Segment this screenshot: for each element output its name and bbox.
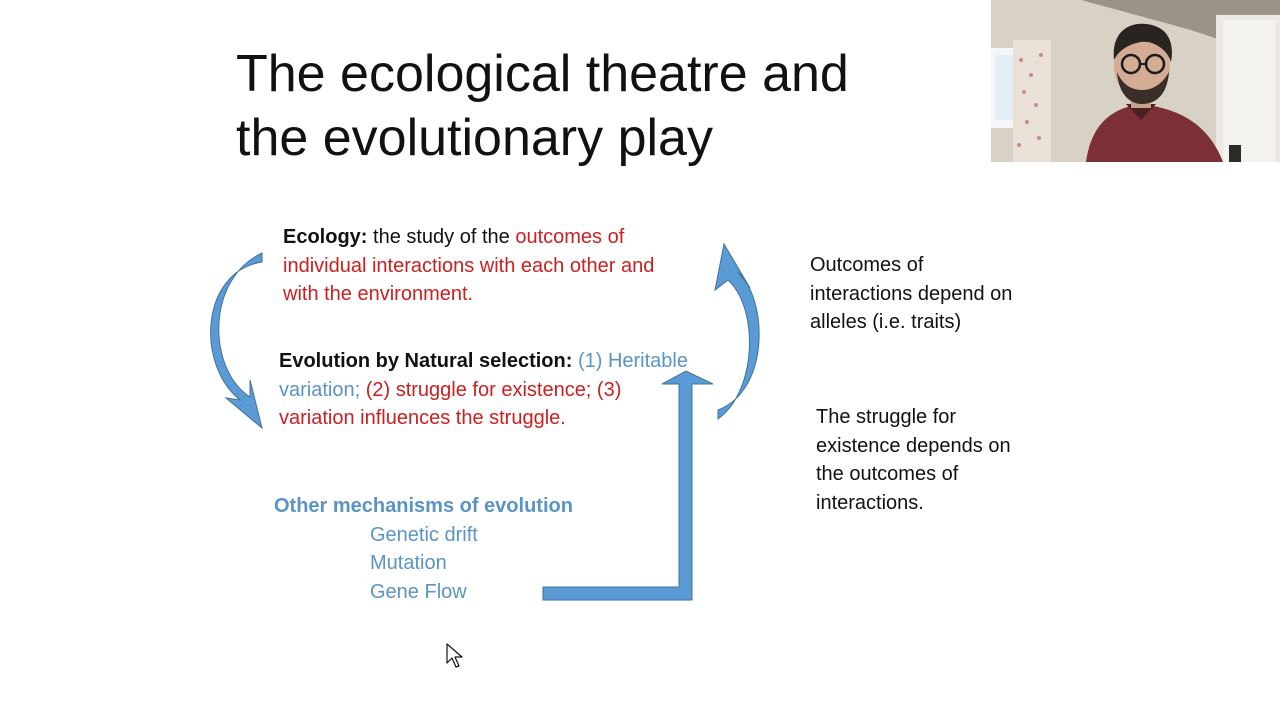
ecology-label: Ecology: (283, 226, 368, 248)
ecology-plain-text: the study of the (367, 226, 516, 248)
ecology-red-text-2: individual interactions with each other … (283, 254, 655, 277)
presentation-slide: The ecological theatre and the evolution… (0, 0, 1280, 720)
evolution-influence-text: variation influences the struggle. (279, 407, 566, 430)
note-struggle-line-3: the outcomes of (816, 463, 959, 486)
mouse-pointer-icon (446, 643, 463, 668)
note-alleles: Outcomes of interactions depend on allel… (810, 251, 1060, 337)
other-mechanisms-list: Other mechanisms of evolution Genetic dr… (274, 492, 634, 606)
note-struggle-line-4: interactions. (816, 491, 924, 514)
ecology-red-text-3: with the environment. (283, 283, 474, 306)
other-mechanisms-heading: Other mechanisms of evolution (274, 495, 573, 517)
evolution-variation-text: variation; (279, 378, 361, 401)
note-alleles-line-1: Outcomes of (810, 254, 924, 276)
mechanism-item-mutation: Mutation (370, 552, 447, 575)
evolution-definition: Evolution by Natural selection: (1) Heri… (279, 347, 729, 433)
note-struggle-line-1: The struggle for (816, 406, 957, 428)
ecology-definition: Ecology: the study of the outcomes of in… (283, 223, 723, 309)
mechanism-item-genetic-drift: Genetic drift (370, 523, 478, 546)
note-struggle: The struggle for existence depends on th… (816, 403, 1056, 517)
note-alleles-line-3: alleles (i.e. traits) (810, 311, 962, 334)
presenter-webcam (991, 0, 1280, 162)
evolution-struggle-text: (2) struggle for existence; (3) (360, 378, 622, 401)
note-struggle-line-2: existence depends on (816, 434, 1011, 457)
mechanism-item-gene-flow: Gene Flow (370, 580, 467, 603)
presenter-video-frame (991, 0, 1280, 162)
left-curved-arrow (210, 252, 263, 430)
note-alleles-line-2: interactions depend on (810, 282, 1013, 305)
ecology-red-text-1: outcomes of (515, 226, 625, 248)
evolution-heritable-text: (1) Heritable (572, 350, 688, 372)
evolution-label: Evolution by Natural selection: (279, 350, 573, 372)
